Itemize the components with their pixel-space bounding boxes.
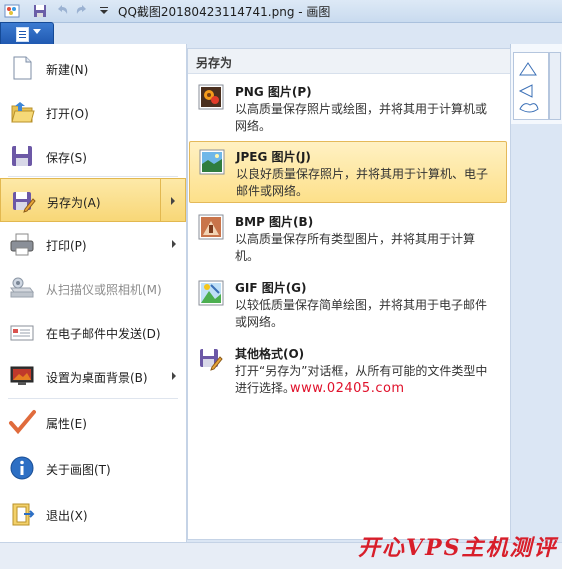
watermark-brand: 开心VPS主机测评: [358, 535, 558, 561]
save-as-bmp[interactable]: BMP 图片(B) 以高质量保存所有类型图片，并将其用于计算机。: [189, 207, 507, 269]
desktop-icon: [10, 366, 34, 385]
open-folder-icon: [11, 102, 35, 123]
menu-item-label: 在电子邮件中发送(D): [46, 327, 161, 341]
menu-item-label: 新建(N): [46, 63, 89, 77]
exit-icon: [12, 503, 35, 526]
menu-item-open[interactable]: 打开(O): [0, 90, 186, 134]
chevron-right-icon: [172, 240, 176, 248]
save-as-gif[interactable]: GIF 图片(G) 以较低质量保存简单绘图，并将其用于电子邮件或网络。: [189, 273, 507, 335]
format-title: JPEG 图片(J): [236, 150, 311, 164]
format-title: GIF 图片(G): [235, 281, 307, 295]
gif-image-icon: [198, 280, 224, 306]
jpeg-image-icon: [199, 149, 225, 175]
menu-item-label: 关于画图(T): [46, 463, 111, 477]
save-as-pane: 另存为 PNG 图片(P) 以高质量保存照片或绘图，并将其用于计算机或网络。 J…: [187, 48, 511, 540]
save-quick-icon[interactable]: [32, 3, 48, 19]
shapes-icon: [518, 62, 539, 113]
shapes-box[interactable]: [513, 52, 549, 120]
undo-icon[interactable]: [54, 3, 70, 19]
format-description: 以高质量保存照片或绘图，并将其用于计算机或网络。: [235, 102, 488, 133]
watermark-url: www.02405.com: [290, 381, 405, 396]
save-as-jpeg[interactable]: JPEG 图片(J) 以良好质量保存照片，并将其用于计算机、电子邮件或网络。: [189, 141, 507, 203]
menu-item-desktop-background[interactable]: 设置为桌面背景(B): [0, 354, 186, 398]
save-as-header-text: 另存为: [196, 56, 233, 70]
submenu-split: [160, 179, 161, 221]
bmp-image-icon: [198, 214, 224, 240]
menu-item-label: 打印(P): [46, 239, 87, 253]
menu-item-email[interactable]: 在电子邮件中发送(D): [0, 310, 186, 354]
menu-item-new[interactable]: 新建(N): [0, 46, 186, 90]
app-menu-left-pane: 新建(N) 打开(O) 保存(S) 另存为(A) 打印(P) 从扫描仪或照相机(…: [0, 44, 187, 542]
window-title: QQ截图20180423114741.png - 画图: [118, 5, 331, 19]
menu-item-print[interactable]: 打印(P): [0, 222, 186, 266]
save-as-icon: [13, 192, 36, 213]
menu-item-label: 设置为桌面背景(B): [46, 371, 148, 385]
scanner-icon: [10, 277, 34, 298]
format-title: 其他格式(O): [235, 347, 305, 361]
menu-item-label: 另存为(A): [47, 196, 101, 210]
menu-item-scanner: 从扫描仪或照相机(M): [0, 266, 186, 310]
gallery-scrollbar[interactable]: [549, 52, 561, 120]
other-format-icon: [200, 349, 223, 371]
format-title: BMP 图片(B): [235, 215, 314, 229]
menu-divider: [8, 398, 178, 399]
customize-toolbar-icon[interactable]: [96, 3, 112, 19]
printer-icon: [10, 233, 34, 256]
format-description: 以较低质量保存简单绘图，并将其用于电子邮件或网络。: [235, 298, 488, 329]
ribbon-shapes-gallery: [510, 44, 562, 124]
menu-item-save[interactable]: 保存(S): [0, 134, 186, 178]
paint-app-icon[interactable]: [4, 3, 20, 19]
redo-icon[interactable]: [74, 3, 90, 19]
menu-item-properties[interactable]: 属性(E): [0, 400, 186, 444]
format-description: 以良好质量保存照片，并将其用于计算机、电子邮件或网络。: [236, 167, 489, 198]
png-image-icon: [198, 84, 224, 110]
menu-item-save-as[interactable]: 另存为(A): [0, 178, 186, 222]
app-menu-button[interactable]: [0, 22, 54, 46]
new-doc-icon: [13, 56, 32, 80]
save-as-png[interactable]: PNG 图片(P) 以高质量保存照片或绘图，并将其用于计算机或网络。: [189, 77, 507, 139]
menu-item-label: 退出(X): [46, 509, 88, 523]
menu-item-label: 打开(O): [46, 107, 89, 121]
chevron-down-icon: [33, 29, 41, 34]
menu-item-label: 从扫描仪或照相机(M): [46, 283, 162, 297]
save-floppy-icon: [12, 146, 32, 166]
checkmark-icon: [9, 410, 36, 435]
document-icon: [16, 27, 29, 42]
format-description: 以高质量保存所有类型图片，并将其用于计算机。: [235, 232, 476, 263]
title-bar: QQ截图20180423114741.png - 画图: [0, 0, 562, 23]
menu-item-label: 保存(S): [46, 151, 87, 165]
save-as-header: 另存为: [188, 49, 510, 74]
menu-item-about[interactable]: 关于画图(T): [0, 446, 186, 490]
menu-item-exit[interactable]: 退出(X): [0, 492, 186, 536]
email-icon: [10, 325, 34, 341]
format-title: PNG 图片(P): [235, 85, 312, 99]
chevron-right-icon: [172, 372, 176, 380]
menu-divider: [8, 176, 178, 177]
info-icon: [10, 456, 34, 480]
chevron-right-icon[interactable]: [171, 197, 175, 205]
menu-item-label: 属性(E): [46, 417, 87, 431]
